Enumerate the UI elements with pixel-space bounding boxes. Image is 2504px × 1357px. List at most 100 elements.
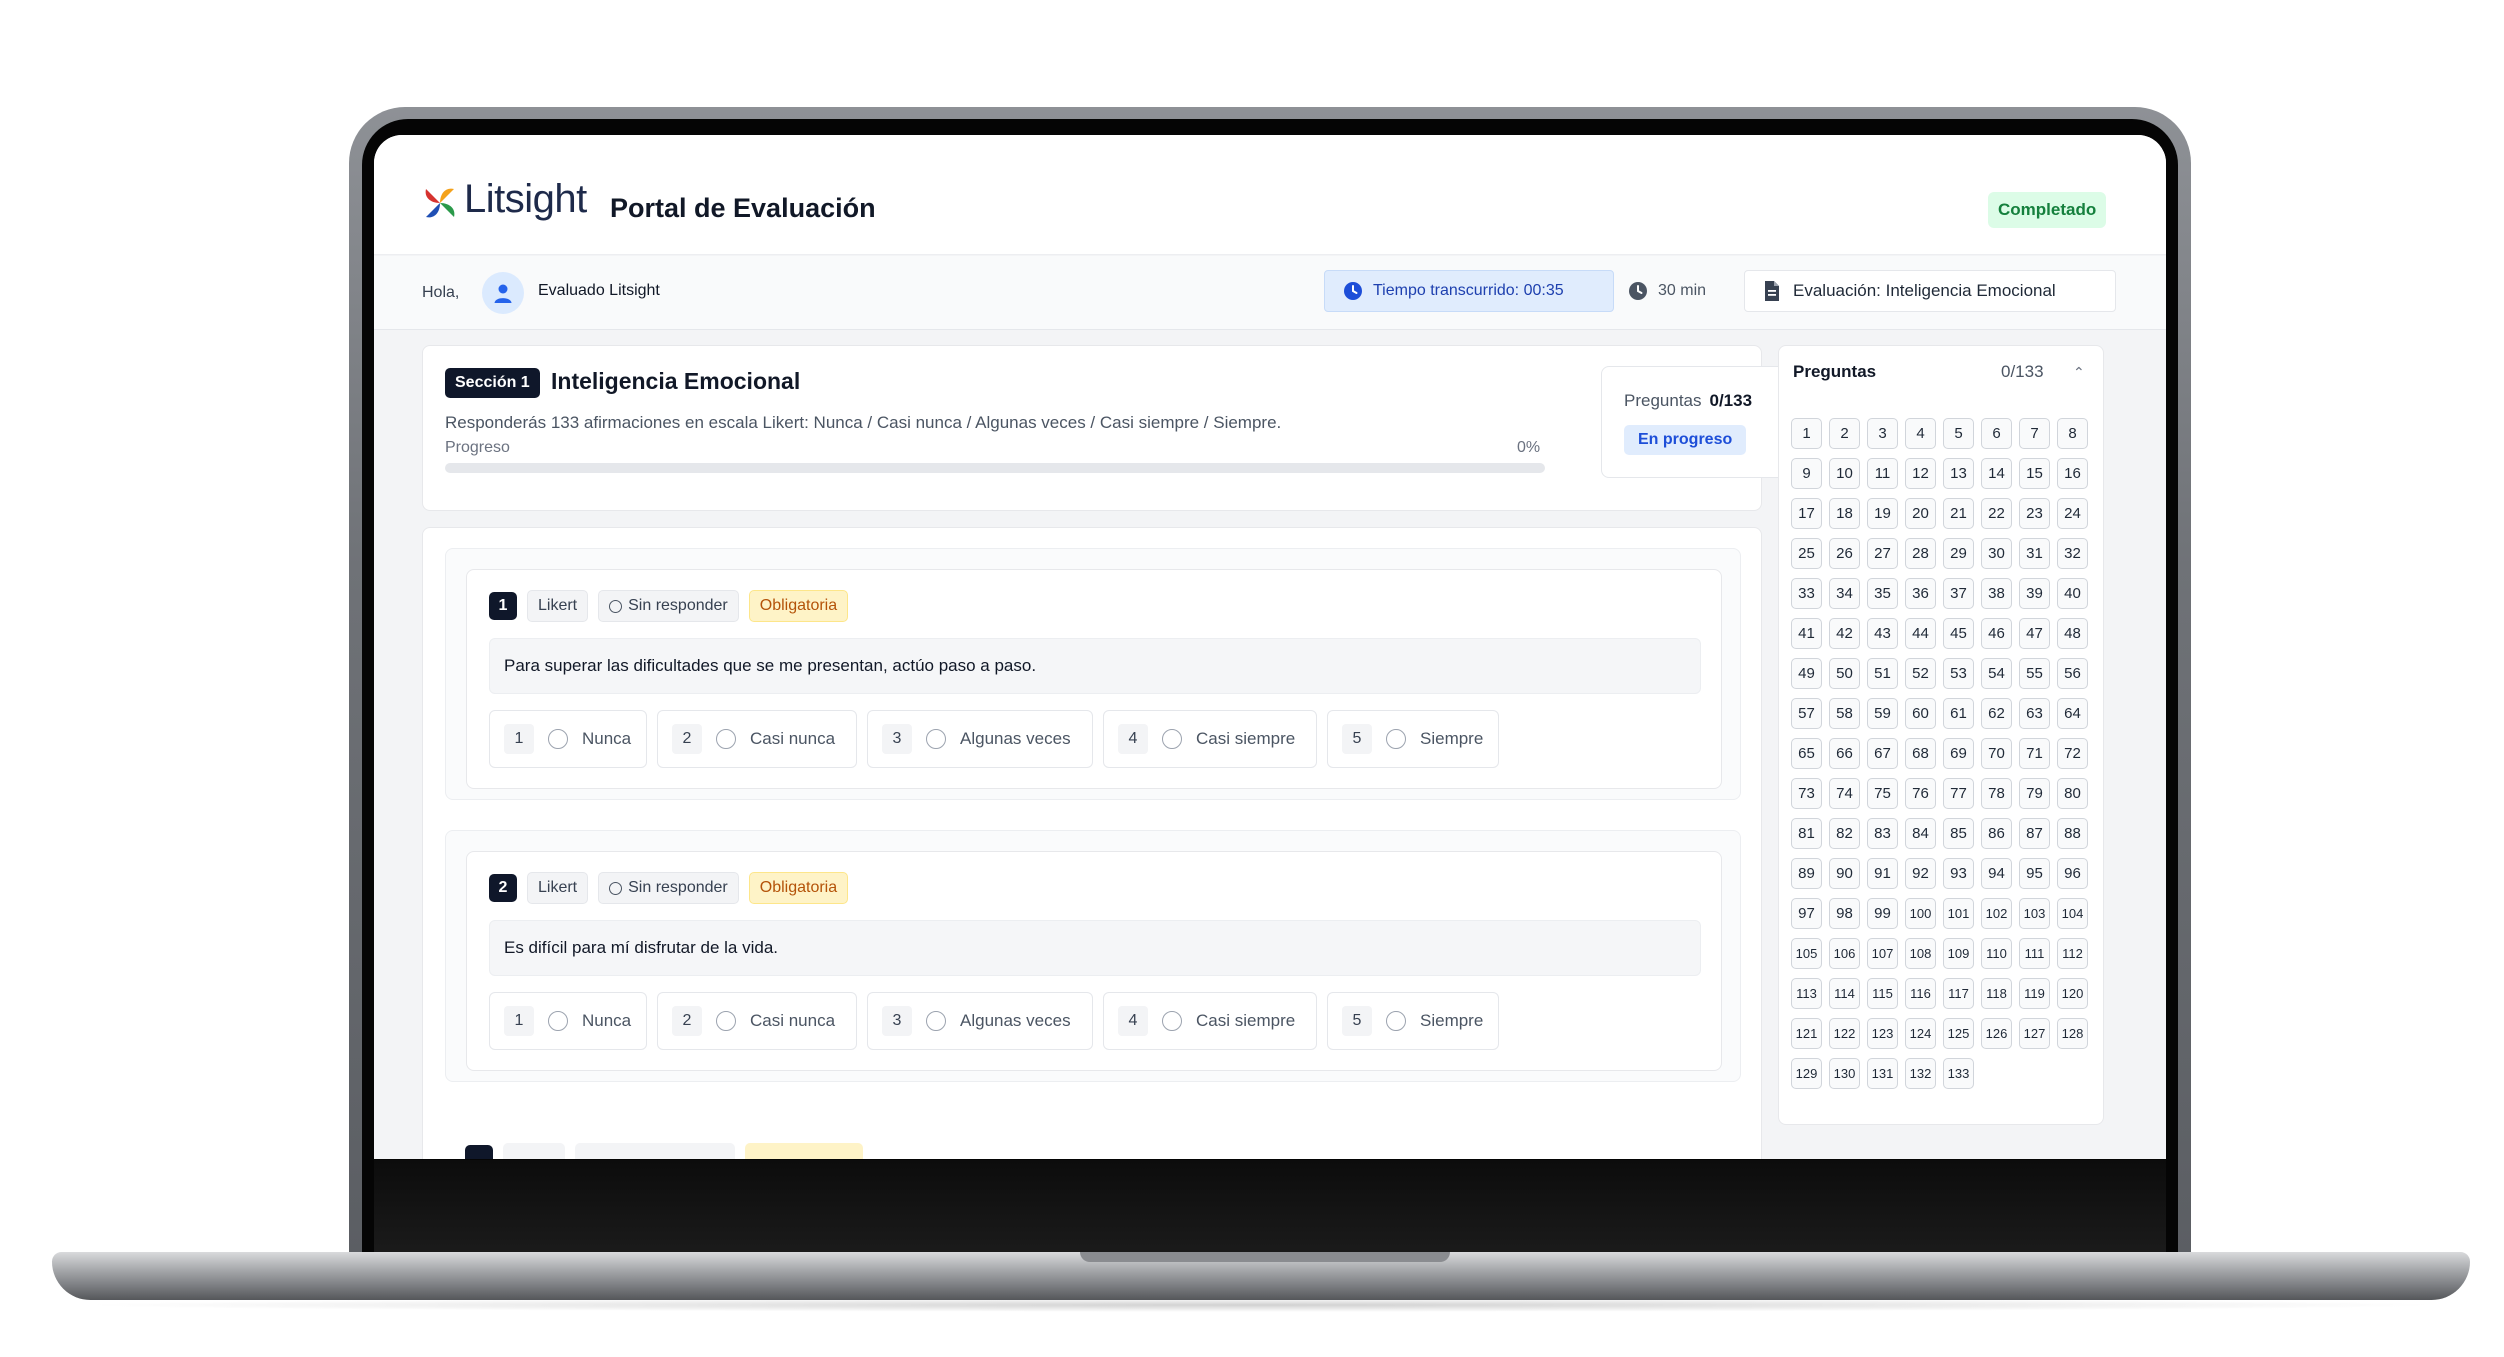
question-nav-button[interactable]: 100 xyxy=(1905,898,1936,929)
question-nav-button[interactable]: 62 xyxy=(1981,698,2012,729)
question-nav-button[interactable]: 110 xyxy=(1981,938,2012,969)
question-nav-button[interactable]: 67 xyxy=(1867,738,1898,769)
question-nav-button[interactable]: 124 xyxy=(1905,1018,1936,1049)
question-nav-button[interactable]: 35 xyxy=(1867,578,1898,609)
question-nav-button[interactable]: 80 xyxy=(2057,778,2088,809)
question-nav-button[interactable]: 48 xyxy=(2057,618,2088,649)
question-nav-button[interactable]: 84 xyxy=(1905,818,1936,849)
question-nav-button[interactable]: 76 xyxy=(1905,778,1936,809)
question-nav-button[interactable]: 50 xyxy=(1829,658,1860,689)
option-nunca[interactable]: 1 Nunca xyxy=(489,710,647,768)
question-nav-button[interactable]: 4 xyxy=(1905,418,1936,449)
question-nav-button[interactable]: 51 xyxy=(1867,658,1898,689)
question-nav-button[interactable]: 81 xyxy=(1791,818,1822,849)
question-nav-button[interactable]: 10 xyxy=(1829,458,1860,489)
question-nav-button[interactable]: 114 xyxy=(1829,978,1860,1009)
question-nav-button[interactable]: 39 xyxy=(2019,578,2050,609)
question-nav-button[interactable]: 106 xyxy=(1829,938,1860,969)
radio-icon[interactable] xyxy=(1162,1011,1182,1031)
question-nav-button[interactable]: 26 xyxy=(1829,538,1860,569)
question-nav-button[interactable]: 92 xyxy=(1905,858,1936,889)
question-nav-button[interactable]: 40 xyxy=(2057,578,2088,609)
question-nav-button[interactable]: 85 xyxy=(1943,818,1974,849)
question-nav-button[interactable]: 101 xyxy=(1943,898,1974,929)
question-nav-button[interactable]: 123 xyxy=(1867,1018,1898,1049)
question-nav-button[interactable]: 133 xyxy=(1943,1058,1974,1089)
question-nav-button[interactable]: 55 xyxy=(2019,658,2050,689)
question-nav-button[interactable]: 132 xyxy=(1905,1058,1936,1089)
option-algunas-veces[interactable]: 3 Algunas veces xyxy=(867,992,1093,1050)
question-nav-button[interactable]: 33 xyxy=(1791,578,1822,609)
question-nav-button[interactable]: 103 xyxy=(2019,898,2050,929)
question-nav-button[interactable]: 20 xyxy=(1905,498,1936,529)
question-nav-button[interactable]: 11 xyxy=(1867,458,1898,489)
option-siempre[interactable]: 5 Siempre xyxy=(1327,992,1499,1050)
question-nav-button[interactable]: 130 xyxy=(1829,1058,1860,1089)
question-nav-button[interactable]: 111 xyxy=(2019,938,2050,969)
radio-icon[interactable] xyxy=(716,1011,736,1031)
question-nav-button[interactable]: 14 xyxy=(1981,458,2012,489)
question-nav-button[interactable]: 32 xyxy=(2057,538,2088,569)
question-nav-button[interactable]: 96 xyxy=(2057,858,2088,889)
radio-icon[interactable] xyxy=(716,729,736,749)
question-nav-button[interactable]: 131 xyxy=(1867,1058,1898,1089)
question-nav-button[interactable]: 30 xyxy=(1981,538,2012,569)
question-nav-button[interactable]: 66 xyxy=(1829,738,1860,769)
option-casi-nunca[interactable]: 2 Casi nunca xyxy=(657,992,857,1050)
question-nav-button[interactable]: 122 xyxy=(1829,1018,1860,1049)
radio-icon[interactable] xyxy=(548,729,568,749)
question-nav-button[interactable]: 7 xyxy=(2019,418,2050,449)
question-nav-button[interactable]: 112 xyxy=(2057,938,2088,969)
radio-icon[interactable] xyxy=(926,1011,946,1031)
question-nav-button[interactable]: 73 xyxy=(1791,778,1822,809)
question-nav-button[interactable]: 71 xyxy=(2019,738,2050,769)
radio-icon[interactable] xyxy=(1386,729,1406,749)
question-nav-button[interactable]: 44 xyxy=(1905,618,1936,649)
question-nav-button[interactable]: 43 xyxy=(1867,618,1898,649)
question-nav-button[interactable]: 23 xyxy=(2019,498,2050,529)
question-nav-button[interactable]: 22 xyxy=(1981,498,2012,529)
question-nav-button[interactable]: 58 xyxy=(1829,698,1860,729)
question-nav-button[interactable]: 18 xyxy=(1829,498,1860,529)
question-nav-button[interactable]: 115 xyxy=(1867,978,1898,1009)
question-nav-button[interactable]: 49 xyxy=(1791,658,1822,689)
question-nav-button[interactable]: 75 xyxy=(1867,778,1898,809)
option-casi-siempre[interactable]: 4 Casi siempre xyxy=(1103,710,1317,768)
question-nav-button[interactable]: 86 xyxy=(1981,818,2012,849)
question-nav-button[interactable]: 95 xyxy=(2019,858,2050,889)
question-nav-button[interactable]: 17 xyxy=(1791,498,1822,529)
question-nav-button[interactable]: 64 xyxy=(2057,698,2088,729)
question-nav-button[interactable]: 113 xyxy=(1791,978,1822,1009)
question-nav-button[interactable]: 118 xyxy=(1981,978,2012,1009)
question-nav-button[interactable]: 9 xyxy=(1791,458,1822,489)
question-nav-button[interactable]: 120 xyxy=(2057,978,2088,1009)
question-nav-button[interactable]: 27 xyxy=(1867,538,1898,569)
question-nav-button[interactable]: 46 xyxy=(1981,618,2012,649)
question-nav-button[interactable]: 42 xyxy=(1829,618,1860,649)
question-nav-button[interactable]: 72 xyxy=(2057,738,2088,769)
question-nav-button[interactable]: 37 xyxy=(1943,578,1974,609)
question-nav-button[interactable]: 12 xyxy=(1905,458,1936,489)
question-nav-button[interactable]: 70 xyxy=(1981,738,2012,769)
question-nav-button[interactable]: 116 xyxy=(1905,978,1936,1009)
question-nav-button[interactable]: 24 xyxy=(2057,498,2088,529)
question-nav-button[interactable]: 45 xyxy=(1943,618,1974,649)
question-nav-button[interactable]: 105 xyxy=(1791,938,1822,969)
question-nav-button[interactable]: 121 xyxy=(1791,1018,1822,1049)
question-nav-button[interactable]: 61 xyxy=(1943,698,1974,729)
question-nav-button[interactable]: 38 xyxy=(1981,578,2012,609)
avatar[interactable] xyxy=(482,272,524,314)
question-nav-button[interactable]: 31 xyxy=(2019,538,2050,569)
question-nav-button[interactable]: 74 xyxy=(1829,778,1860,809)
question-nav-button[interactable]: 21 xyxy=(1943,498,1974,529)
question-nav-button[interactable]: 36 xyxy=(1905,578,1936,609)
question-nav-button[interactable]: 68 xyxy=(1905,738,1936,769)
question-nav-button[interactable]: 128 xyxy=(2057,1018,2088,1049)
question-nav-button[interactable]: 125 xyxy=(1943,1018,1974,1049)
question-nav-button[interactable]: 79 xyxy=(2019,778,2050,809)
option-casi-siempre[interactable]: 4 Casi siempre xyxy=(1103,992,1317,1050)
question-nav-button[interactable]: 34 xyxy=(1829,578,1860,609)
question-nav-button[interactable]: 28 xyxy=(1905,538,1936,569)
question-nav-button[interactable]: 6 xyxy=(1981,418,2012,449)
question-nav-button[interactable]: 41 xyxy=(1791,618,1822,649)
